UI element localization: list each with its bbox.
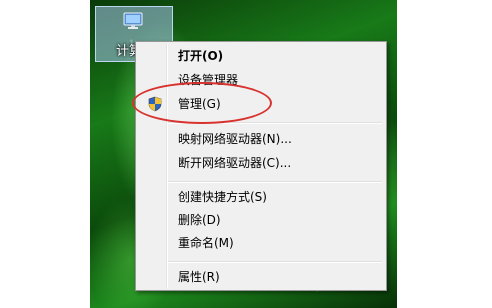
menu-separator xyxy=(168,261,382,263)
menu-item-label: 删除(D) xyxy=(178,213,221,227)
menu-item-label: 打开(O) xyxy=(178,49,224,63)
computer-icon xyxy=(123,12,143,29)
menu-separator xyxy=(168,181,382,183)
menu-item-create-shortcut[interactable]: 创建快捷方式(S) xyxy=(136,186,386,208)
menu-item-map-network-drive[interactable]: 映射网络驱动器(N)... xyxy=(136,128,386,150)
menu-item-properties[interactable]: 属性(R) xyxy=(136,266,386,288)
menu-item-disconnect-network-drive[interactable]: 断开网络驱动器(C)... xyxy=(136,152,386,174)
menu-item-label: 属性(R) xyxy=(178,270,220,284)
menu-item-delete[interactable]: 删除(D) xyxy=(136,209,386,231)
context-menu: 打开(O) 设备管理器 管理(G) 映射网络驱动器(N)... 断开网络驱动器(… xyxy=(135,41,387,291)
menu-item-label: 断开网络驱动器(C)... xyxy=(178,156,292,170)
menu-item-label: 创建快捷方式(S) xyxy=(178,190,267,204)
menu-item-open[interactable]: 打开(O) xyxy=(136,45,386,67)
annotation-highlight-ellipse xyxy=(132,82,272,124)
menu-item-label: 重命名(M) xyxy=(178,236,234,250)
menu-item-rename[interactable]: 重命名(M) xyxy=(136,232,386,254)
menu-item-label: 映射网络驱动器(N)... xyxy=(178,132,292,146)
